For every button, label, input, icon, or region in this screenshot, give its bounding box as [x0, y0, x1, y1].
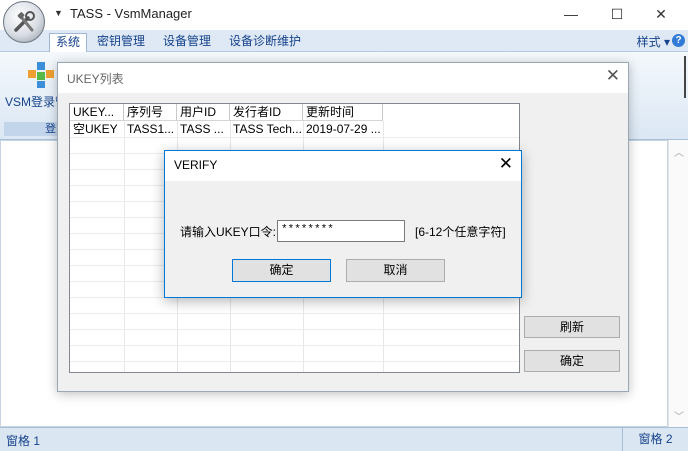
column-header-issuer-id[interactable]: 发行者ID	[230, 104, 303, 121]
column-header-serial[interactable]: 序列号	[124, 104, 177, 121]
column-header-update-time[interactable]: 更新时间	[303, 104, 383, 121]
grid-line	[70, 329, 519, 330]
vertical-scrollbar[interactable]: ︿ ﹀	[668, 140, 688, 427]
vsm-login-icon	[28, 62, 54, 88]
verify-dialog-title: VERIFY	[174, 158, 218, 172]
status-pane-1: 窗格 1	[6, 434, 41, 448]
grid-line	[70, 345, 519, 346]
grid-line	[70, 313, 519, 314]
verify-dialog-close-icon[interactable]: ✕	[499, 154, 513, 174]
table-header: UKEY... 序列号 用户ID 发行者ID 更新时间	[70, 104, 519, 121]
verify-dialog: VERIFY ✕ 请输入UKEY口令: ******** [6-12个任意字符]…	[164, 150, 522, 298]
table-row[interactable]: 空UKEY TASS1... TASS ... TASS Tech... 201…	[70, 121, 519, 137]
tab-system[interactable]: 系统	[49, 33, 88, 52]
cell-ukey: 空UKEY	[73, 122, 118, 136]
verify-dialog-titlebar: VERIFY ✕	[165, 151, 521, 181]
tools-icon	[14, 11, 35, 32]
grid-line	[124, 121, 125, 372]
status-bar: 窗格 1 窗格 2	[0, 427, 688, 451]
minimize-button[interactable]: —	[548, 0, 594, 28]
password-label: 请输入UKEY口令:	[180, 225, 277, 239]
window-edge-divider	[684, 56, 688, 98]
column-header-ukey[interactable]: UKEY...	[70, 104, 124, 121]
main-titlebar: ▼ TASS - VsmManager — ☐ ✕	[0, 0, 688, 30]
refresh-button[interactable]: 刷新	[524, 316, 620, 338]
ukey-dialog-title: UKEY列表	[67, 72, 124, 86]
tab-key-management[interactable]: 密钥管理	[91, 33, 151, 52]
quick-access-dropdown-icon[interactable]: ▼	[54, 8, 63, 18]
scroll-up-icon[interactable]: ︿	[674, 144, 684, 159]
help-icon[interactable]: ?	[672, 34, 685, 47]
ribbon-tab-bar: 系统 密钥管理 设备管理 设备诊断维护	[0, 30, 688, 52]
application-menu-button[interactable]	[3, 1, 45, 43]
ribbon-group-label: 登	[4, 122, 60, 136]
verify-cancel-button[interactable]: 取消	[346, 259, 445, 282]
scroll-down-icon[interactable]: ﹀	[674, 408, 684, 423]
cell-issuer-id: TASS Tech...	[233, 122, 302, 136]
password-field[interactable]: ********	[277, 220, 405, 242]
maximize-button[interactable]: ☐	[594, 0, 640, 28]
verify-ok-button[interactable]: 确定	[232, 259, 331, 282]
ukey-ok-button[interactable]: 确定	[524, 350, 620, 372]
ukey-dialog-titlebar: UKEY列表 ✕	[58, 63, 628, 93]
cell-update-time: 2019-07-29 ...	[306, 122, 381, 136]
cell-serial: TASS1...	[127, 122, 175, 136]
status-pane-2: 窗格 2	[622, 428, 688, 451]
style-menu[interactable]: 样式 ▾	[637, 33, 670, 50]
ukey-dialog-close-icon[interactable]: ✕	[606, 66, 620, 86]
close-window-button[interactable]: ✕	[638, 0, 684, 28]
cell-user-id: TASS ...	[180, 122, 224, 136]
window-title: TASS - VsmManager	[70, 6, 192, 21]
tab-device-diagnostics[interactable]: 设备诊断维护	[223, 33, 307, 52]
column-header-user-id[interactable]: 用户ID	[177, 104, 230, 121]
tab-device-management[interactable]: 设备管理	[157, 33, 217, 52]
grid-line	[70, 137, 519, 138]
password-hint: [6-12个任意字符]	[415, 225, 506, 239]
grid-line	[70, 361, 519, 362]
